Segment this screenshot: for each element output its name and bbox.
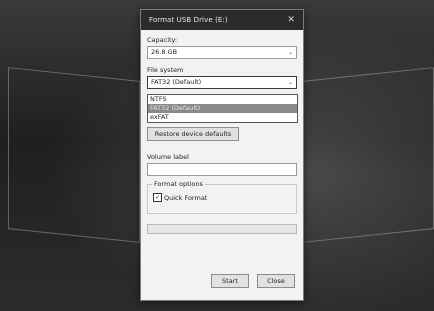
dialog-footer: Start Close xyxy=(141,274,303,288)
quick-format-checkbox[interactable]: ✓ xyxy=(153,193,162,202)
quick-format-row[interactable]: ✓ Quick Format xyxy=(153,193,291,202)
restore-defaults-button[interactable]: Restore device defaults xyxy=(147,127,239,141)
close-icon[interactable]: ✕ xyxy=(287,15,295,25)
dialog-content: Capacity: 26.8 GB ⌄ File system FAT32 (D… xyxy=(141,30,303,300)
filesystem-value: FAT32 (Default) xyxy=(151,78,202,86)
filesystem-option-exfat[interactable]: exFAT xyxy=(148,113,297,122)
format-options-group: Format options ✓ Quick Format xyxy=(147,180,297,214)
close-label: Close xyxy=(267,277,285,285)
quick-format-label: Quick Format xyxy=(164,193,208,202)
capacity-label: Capacity: xyxy=(147,36,178,44)
filesystem-dropdown-list: NTFS FAT32 (Default) exFAT xyxy=(147,94,298,123)
filesystem-option-fat32[interactable]: FAT32 (Default) xyxy=(148,104,297,113)
format-dialog: Format USB Drive (E:) ✕ Capacity: 26.8 G… xyxy=(140,9,304,301)
capacity-value: 26.8 GB xyxy=(151,48,178,56)
close-button[interactable]: Close xyxy=(257,274,295,288)
start-button[interactable]: Start xyxy=(211,274,249,288)
chevron-down-icon: ⌄ xyxy=(287,79,293,86)
dialog-title: Format USB Drive (E:) xyxy=(149,16,228,24)
format-progress-bar xyxy=(147,224,297,234)
window-pane-decoration xyxy=(8,67,140,243)
filesystem-select[interactable]: FAT32 (Default) ⌄ xyxy=(147,76,297,89)
start-label: Start xyxy=(222,277,238,285)
filesystem-label: File system xyxy=(147,66,184,74)
dialog-titlebar: Format USB Drive (E:) ✕ xyxy=(141,10,303,30)
volume-label-field[interactable] xyxy=(147,163,297,176)
filesystem-option-ntfs[interactable]: NTFS xyxy=(148,95,297,104)
window-pane-decoration xyxy=(302,67,434,243)
chevron-down-icon: ⌄ xyxy=(287,49,293,56)
volume-label: Volume label xyxy=(147,153,189,161)
format-options-legend: Format options xyxy=(152,180,205,188)
restore-defaults-label: Restore device defaults xyxy=(154,130,232,138)
capacity-select[interactable]: 26.8 GB ⌄ xyxy=(147,46,297,59)
